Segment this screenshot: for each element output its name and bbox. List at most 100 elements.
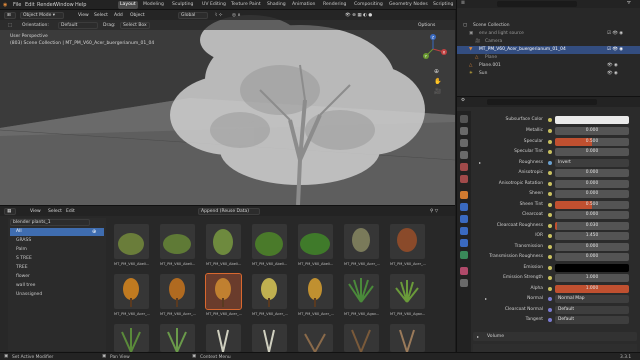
visibility-icon[interactable]: 👁 ◉	[607, 70, 618, 78]
asset-tile[interactable]	[252, 324, 287, 352]
visibility-icon[interactable]: 👁 ◉	[607, 62, 618, 70]
mode-selector[interactable]: Object Mode ▾	[20, 11, 64, 19]
asset-tile[interactable]	[160, 324, 195, 352]
library-dropdown[interactable]: blender plants_1	[10, 219, 90, 226]
menu-select[interactable]: Select	[94, 13, 108, 18]
pan-icon[interactable]: ✋	[434, 78, 441, 85]
asset-tile[interactable]	[344, 324, 379, 352]
menu-file[interactable]: File	[13, 2, 21, 8]
anisotropic-field[interactable]: 0.000	[555, 169, 629, 177]
asset-tile[interactable]	[298, 224, 333, 259]
outliner-search-input[interactable]	[497, 1, 577, 7]
tangent-field[interactable]: Default	[555, 316, 629, 324]
proportional-icon[interactable]: ◎ ∧	[232, 13, 241, 18]
subsurface-color-field[interactable]	[555, 116, 629, 124]
asset-tile[interactable]	[160, 274, 195, 309]
emission-color-field[interactable]	[555, 263, 629, 272]
asset-editor-type-icon[interactable]: ▦	[4, 207, 16, 215]
expand-icon[interactable]: ▸	[485, 296, 487, 301]
visibility-icons[interactable]: 👁 ⊕ ▦ ◐ ●	[345, 13, 372, 18]
texture-tab-icon[interactable]	[460, 279, 468, 287]
asset-tile[interactable]	[206, 224, 241, 259]
tab-scripting[interactable]: Scripting	[431, 1, 455, 9]
transmission-field[interactable]: 0.000	[555, 242, 629, 251]
tab-geometry-nodes[interactable]: Geometry Nodes	[387, 1, 430, 9]
orientation-dropdown[interactable]: Default	[58, 21, 98, 29]
outliner-row-selected[interactable]: ▼ MT_PM_V60_Acer_buergerianum_01_04 ☑ 👁 ◉	[457, 46, 640, 54]
render-tab-icon[interactable]	[460, 127, 468, 135]
metallic-field[interactable]: 0.000	[555, 127, 629, 135]
material-tab-icon[interactable]	[460, 267, 468, 275]
transform-orientation[interactable]: Global	[178, 11, 208, 19]
properties-type-icon[interactable]: ⚙	[461, 97, 465, 105]
asset-tile[interactable]	[252, 274, 287, 309]
asset-tile[interactable]	[344, 274, 379, 309]
tab-texture-paint[interactable]: Texture Paint	[229, 1, 263, 9]
menu-view[interactable]: View	[78, 13, 89, 18]
data-tab-icon[interactable]	[460, 251, 468, 259]
asset-tile[interactable]	[298, 324, 333, 352]
clearcoat-normal-field[interactable]: Default	[555, 305, 629, 314]
world-tab-icon[interactable]	[460, 175, 468, 183]
asset-tile[interactable]	[252, 224, 287, 259]
ab-menu-select[interactable]: Select	[48, 209, 62, 214]
alpha-field[interactable]: 1.000	[555, 284, 629, 293]
category-tree[interactable]: TREE	[10, 264, 104, 272]
outliner-row[interactable]: 🎥 Camera	[457, 38, 640, 46]
outliner-row[interactable]: △ Plane	[457, 54, 640, 62]
navigation-gizmo[interactable]: X Y Z	[418, 34, 448, 64]
output-tab-icon[interactable]	[460, 139, 468, 147]
asset-tile[interactable]	[344, 224, 379, 259]
properties-search-input[interactable]	[487, 99, 597, 105]
roughness-field[interactable]: Invert	[555, 158, 629, 167]
category-s-tree[interactable]: S TREE	[10, 255, 104, 263]
particles-tab-icon[interactable]	[460, 215, 468, 223]
menu-object[interactable]: Object	[130, 13, 145, 18]
import-type-dropdown[interactable]: Append (Reuse Data)	[198, 207, 260, 215]
asset-tile[interactable]	[206, 324, 241, 352]
physics-tab-icon[interactable]	[460, 227, 468, 235]
outliner-row[interactable]: △ Plane.001 👁 ◉	[457, 62, 640, 70]
snap-icon[interactable]: ⌇ ⊹	[215, 13, 222, 18]
3d-viewport[interactable]: ⊞ Object Mode ▾ View Select Add Object G…	[0, 10, 455, 205]
tab-sculpting[interactable]: Sculpting	[170, 1, 195, 9]
outliner-filter-icon[interactable]: ⛛	[627, 0, 631, 8]
menu-window[interactable]: Window	[54, 2, 74, 8]
menu-help[interactable]: Help	[75, 2, 86, 8]
tab-modeling[interactable]: Modeling	[141, 1, 166, 9]
category-all[interactable]: All	[10, 228, 104, 236]
sheen-field[interactable]: 0.000	[555, 190, 629, 198]
tab-layout[interactable]: Layout	[118, 1, 138, 9]
specular-field[interactable]: 0.500	[555, 137, 629, 146]
modifier-tab-icon[interactable]	[460, 203, 468, 211]
asset-tile[interactable]	[390, 274, 425, 309]
asset-tile[interactable]	[114, 274, 149, 309]
asset-tile[interactable]	[390, 324, 425, 352]
category-flower[interactable]: flower	[10, 273, 104, 281]
tab-uv-editing[interactable]: UV Editing	[200, 1, 228, 9]
editor-type-icon[interactable]: ⊞	[4, 11, 16, 19]
clearcoat-field[interactable]: 0.000	[555, 211, 629, 219]
ior-field[interactable]: 1.450	[555, 232, 629, 240]
constraints-tab-icon[interactable]	[460, 239, 468, 247]
object-tab-icon[interactable]	[460, 191, 468, 199]
category-unassigned[interactable]: Unassigned	[10, 291, 104, 299]
visibility-icon[interactable]: ☑ 👁 ◉	[607, 46, 623, 54]
category-grass[interactable]: GRASS	[10, 237, 104, 245]
blender-logo-icon[interactable]: ◉	[3, 2, 7, 8]
ab-menu-edit[interactable]: Edit	[66, 209, 75, 214]
clearcoat-roughness-field[interactable]: 0.030	[555, 221, 629, 230]
outliner-row[interactable]: ☀ Sun 👁 ◉	[457, 70, 640, 78]
asset-tile[interactable]	[298, 274, 333, 309]
specular-tint-field[interactable]: 0.000	[555, 148, 629, 156]
outliner-row[interactable]: ▣ env and light source ☑ 👁 ◉	[457, 30, 640, 38]
outliner-type-icon[interactable]: ☰	[461, 0, 465, 8]
tab-compositing[interactable]: Compositing	[352, 1, 385, 9]
tab-rendering[interactable]: Rendering	[321, 1, 348, 9]
menu-edit[interactable]: Edit	[25, 2, 35, 8]
anisotropic-rotation-field[interactable]: 0.000	[555, 179, 629, 188]
tab-animation[interactable]: Animation	[290, 1, 317, 9]
asset-tile-selected[interactable]	[205, 273, 242, 310]
emission-strength-field[interactable]: 1.000	[555, 274, 629, 282]
asset-tile[interactable]	[114, 324, 149, 352]
